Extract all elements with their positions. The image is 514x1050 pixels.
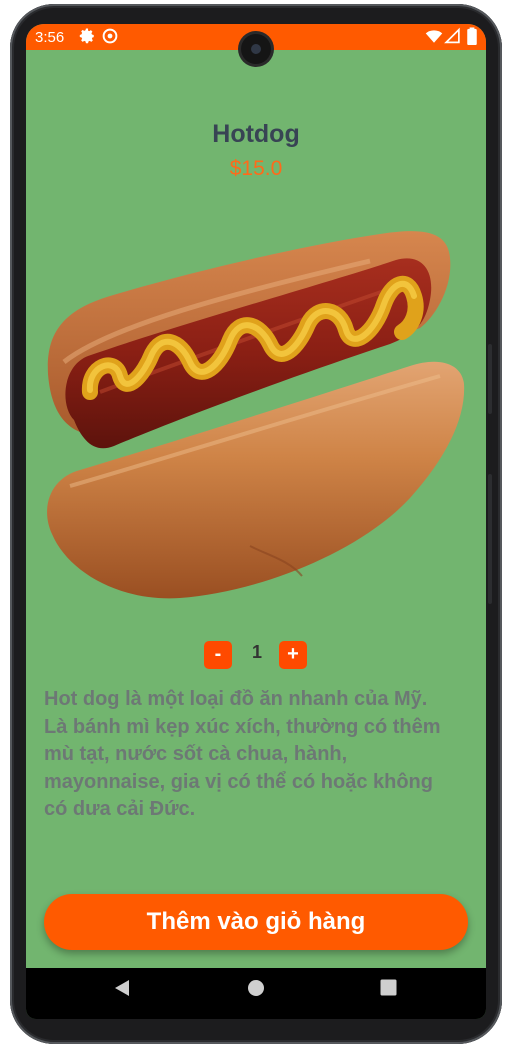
increase-quantity-button[interactable]: + (279, 641, 307, 669)
battery-icon (466, 27, 478, 50)
back-icon[interactable] (114, 979, 130, 1002)
quantity-value: 1 (251, 642, 262, 662)
app-screen: 3:56 Hotdog $15.0 - 1 + Hot dog là một l… (26, 24, 486, 1019)
status-time: 3:56 (35, 29, 65, 46)
power-button (488, 474, 492, 604)
signal-icon (444, 27, 461, 49)
front-camera (241, 34, 271, 64)
recents-icon[interactable] (380, 979, 397, 1001)
decrease-quantity-button[interactable]: - (204, 641, 232, 669)
system-nav-bar (26, 968, 486, 1019)
product-price: $15.0 (229, 157, 283, 180)
product-title: Hotdog (212, 120, 300, 148)
add-to-cart-button[interactable]: Thêm vào giỏ hàng (44, 894, 468, 950)
product-description: Hot dog là một loại đồ ăn nhanh của Mỹ. … (44, 688, 441, 820)
quantity-stepper: - 1 + (204, 639, 308, 669)
home-icon[interactable] (247, 979, 265, 1002)
volume-button (488, 344, 492, 414)
wifi-icon (425, 27, 443, 49)
settings-icon (78, 27, 96, 49)
hotdog-image (40, 216, 472, 602)
vpn-icon (101, 27, 119, 49)
